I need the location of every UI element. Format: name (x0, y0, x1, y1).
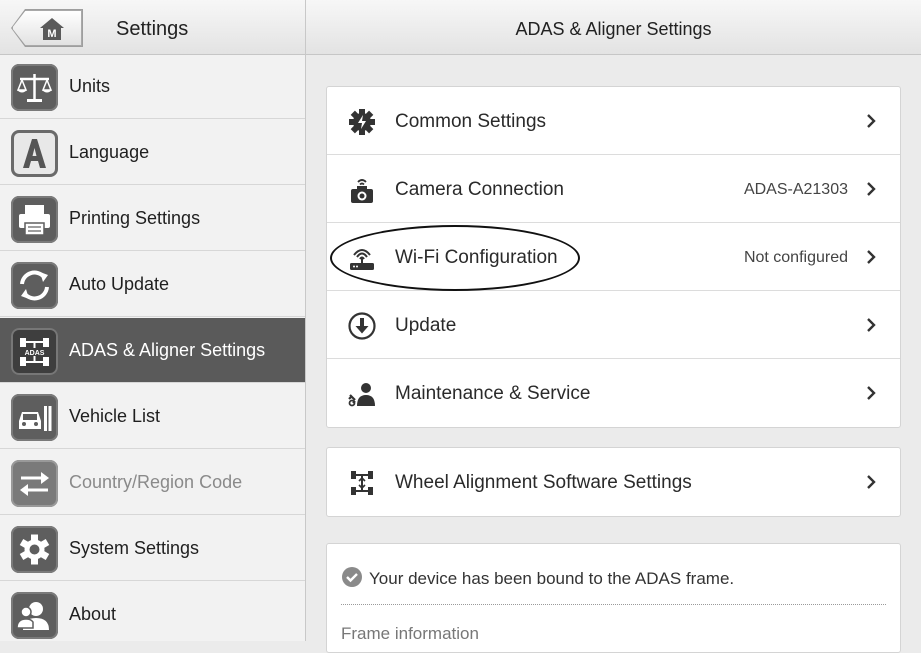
chevron-right-icon (867, 318, 876, 332)
sidebar-item-label: Auto Update (69, 274, 170, 294)
sidebar-item-label: Printing Settings (69, 208, 201, 228)
sidebar-item-language[interactable]: Language (0, 120, 305, 185)
home-icon: M (40, 18, 64, 40)
maintenance-service-row[interactable]: Maintenance & Service (327, 359, 900, 427)
camera-connection-value: ADAS-A21303 (743, 181, 848, 198)
settings-sidebar: M Settings Units Language Printing Setti… (0, 0, 306, 641)
wifi-configuration-value: Not configured (743, 249, 848, 266)
sidebar-item-printing-settings[interactable]: Printing Settings (0, 186, 305, 251)
sidebar-item-label: Vehicle List (69, 406, 161, 426)
update-row[interactable]: Update (327, 291, 900, 359)
wifi-configuration-label: Wi-Fi Configuration (395, 247, 558, 268)
sidebar-item-adas-aligner-settings[interactable]: ADAS ADAS & Aligner Settings (0, 318, 305, 383)
sidebar-title: Settings (116, 18, 189, 40)
sidebar-item-label: Units (69, 76, 111, 96)
sidebar-item-system-settings[interactable]: System Settings (0, 516, 305, 581)
sidebar-item-country-region-code[interactable]: Country/Region Code (0, 450, 305, 515)
chevron-right-icon (867, 386, 876, 400)
main-header: ADAS & Aligner Settings (306, 0, 921, 55)
chevron-right-icon (867, 250, 876, 264)
update-label: Update (395, 315, 457, 336)
adas-icon: ADAS (11, 328, 58, 375)
chevron-right-icon (867, 182, 876, 196)
wheel-alignment-settings-label: Wheel Alignment Software Settings (395, 472, 692, 493)
settings-list-card: Common Settings Camera Connection ADAS-A… (326, 86, 901, 428)
person-icon (11, 592, 58, 639)
sidebar-item-units[interactable]: Units (0, 54, 305, 119)
printer-icon (11, 196, 58, 243)
wifi-router-icon (350, 249, 374, 270)
sidebar-item-label: Language (69, 142, 150, 162)
common-settings-row[interactable]: Common Settings (327, 87, 900, 155)
home-icon-letter: M (47, 28, 56, 40)
gear-icon (11, 526, 58, 573)
common-settings-label: Common Settings (395, 111, 547, 132)
wifi-configuration-row[interactable]: Wi-Fi Configuration Not configured (327, 223, 900, 291)
refresh-icon (11, 262, 58, 309)
scale-icon (11, 64, 58, 111)
gear-lightning-icon (349, 109, 375, 135)
bound-status-message: Your device has been bound to the ADAS f… (369, 569, 735, 588)
vehicle-list-icon (11, 394, 58, 441)
chevron-right-icon (867, 114, 876, 128)
page-title: ADAS & Aligner Settings (515, 19, 712, 39)
camera-connection-row[interactable]: Camera Connection ADAS-A21303 (327, 155, 900, 223)
camera-connection-label: Camera Connection (395, 179, 564, 200)
frame-information-label: Frame information (341, 624, 479, 643)
chevron-right-icon (867, 475, 876, 489)
technician-icon (348, 383, 375, 407)
sidebar-header: M Settings (0, 0, 305, 55)
maintenance-service-label: Maintenance & Service (395, 383, 591, 404)
wheel-alignment-icon (351, 471, 373, 495)
check-circle-icon (342, 567, 362, 587)
sidebar-item-about[interactable]: About (0, 582, 305, 641)
camera-wireless-icon (351, 179, 373, 203)
sidebar-item-label: Country/Region Code (69, 472, 243, 492)
sidebar-item-label: About (69, 604, 117, 624)
sidebar-item-auto-update[interactable]: Auto Update (0, 252, 305, 317)
sidebar-item-label: System Settings (69, 538, 200, 558)
wheel-alignment-settings-row[interactable]: Wheel Alignment Software Settings (327, 448, 900, 516)
sidebar-item-vehicle-list[interactable]: Vehicle List (0, 384, 305, 449)
sidebar-item-label: ADAS & Aligner Settings (69, 340, 266, 360)
svg-text:ADAS: ADAS (25, 350, 45, 357)
frame-status-card: Your device has been bound to the ADAS f… (326, 543, 901, 653)
letter-a-icon (11, 130, 58, 177)
swap-arrows-icon (11, 460, 58, 507)
home-button[interactable]: M (12, 10, 82, 46)
wheel-alignment-card: Wheel Alignment Software Settings (326, 447, 901, 517)
download-circle-icon (348, 312, 376, 340)
divider (341, 604, 886, 605)
